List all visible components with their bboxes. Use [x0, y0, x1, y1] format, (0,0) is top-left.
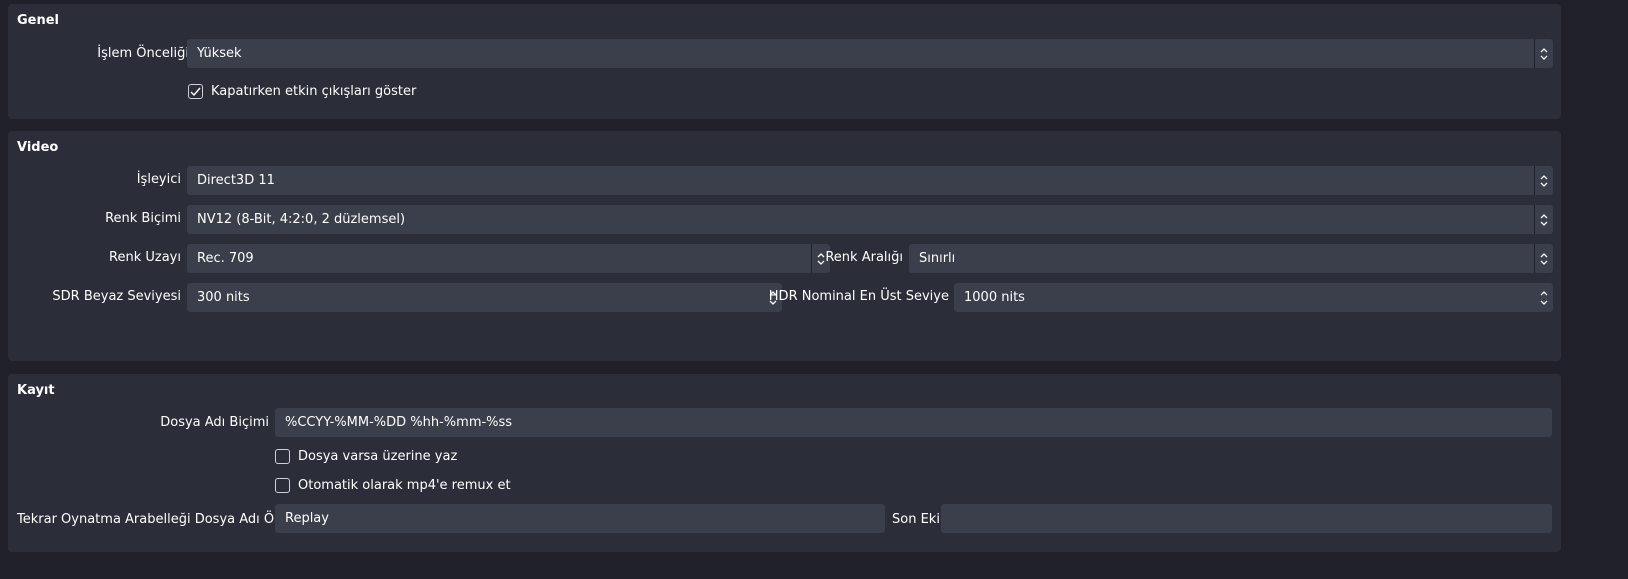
priority-value: Yüksek	[197, 46, 242, 61]
renderer-select[interactable]: Direct3D 11	[187, 166, 1553, 195]
color-space-select[interactable]: Rec. 709	[187, 244, 830, 273]
general-title: Genel	[17, 13, 60, 28]
color-space-label: Renk Uzayı	[109, 250, 181, 265]
updown-chevron-icon	[1534, 166, 1553, 195]
color-format-label: Renk Biçimi	[105, 211, 181, 226]
color-format-select[interactable]: NV12 (8-Bit, 4:2:0, 2 düzlemsel)	[187, 205, 1553, 234]
replay-prefix-value: Replay	[285, 511, 329, 526]
remux-checkbox-row[interactable]: Otomatik olarak mp4'e remux et	[275, 478, 511, 493]
hdr-peak-label: HDR Nominal En Üst Seviye	[768, 289, 949, 304]
updown-chevron-icon	[1534, 205, 1553, 234]
filename-format-value: %CCYY-%MM-%DD %hh-%mm-%ss	[285, 415, 513, 430]
video-group: Video İşleyici Direct3D 11 Renk Biçimi N…	[8, 131, 1561, 361]
color-range-label: Renk Aralığı	[825, 250, 903, 265]
recording-title: Kayıt	[17, 383, 55, 398]
renderer-value: Direct3D 11	[197, 173, 275, 188]
remux-checkbox[interactable]	[275, 478, 290, 493]
priority-label: İşlem Önceliği	[97, 46, 189, 61]
priority-select[interactable]: Yüksek	[187, 39, 1553, 68]
overwrite-checkbox-row[interactable]: Dosya varsa üzerine yaz	[275, 449, 457, 464]
show-active-outputs-checkbox-row[interactable]: Kapatırken etkin çıkışları göster	[188, 84, 416, 99]
show-active-outputs-checkbox[interactable]	[188, 84, 203, 99]
sdr-white-spinbox[interactable]: 300 nits	[187, 283, 782, 312]
general-group: Genel İşlem Önceliği Yüksek Kapatırken e…	[8, 4, 1561, 119]
checkmark-icon	[190, 87, 201, 96]
replay-prefix-label: Tekrar Oynatma Arabelleği Dosya Adı Ön E…	[17, 512, 306, 527]
overwrite-checkbox[interactable]	[275, 449, 290, 464]
show-active-outputs-label: Kapatırken etkin çıkışları göster	[211, 84, 417, 99]
color-format-value: NV12 (8-Bit, 4:2:0, 2 düzlemsel)	[197, 212, 406, 227]
hdr-peak-spinbox[interactable]: 1000 nits	[954, 283, 1553, 312]
renderer-label: İşleyici	[136, 172, 181, 187]
suffix-input[interactable]	[941, 504, 1552, 533]
updown-chevron-icon	[1534, 244, 1553, 273]
remux-label: Otomatik olarak mp4'e remux et	[298, 478, 511, 493]
color-range-select[interactable]: Sınırlı	[909, 244, 1553, 273]
hdr-peak-value: 1000 nits	[964, 290, 1025, 305]
sdr-white-value: 300 nits	[197, 290, 250, 305]
suffix-label: Son Eki	[892, 512, 940, 527]
spin-arrows-icon[interactable]	[1534, 283, 1553, 312]
video-title: Video	[17, 140, 59, 155]
filename-format-label: Dosya Adı Biçimi	[160, 415, 269, 430]
sdr-white-label: SDR Beyaz Seviyesi	[52, 289, 181, 304]
recording-group: Kayıt Dosya Adı Biçimi %CCYY-%MM-%DD %hh…	[8, 374, 1561, 552]
replay-prefix-input[interactable]: Replay	[275, 504, 885, 533]
color-range-value: Sınırlı	[919, 251, 956, 266]
color-space-value: Rec. 709	[197, 251, 254, 266]
overwrite-label: Dosya varsa üzerine yaz	[298, 449, 458, 464]
updown-chevron-icon	[1534, 39, 1553, 68]
filename-format-input[interactable]: %CCYY-%MM-%DD %hh-%mm-%ss	[275, 408, 1552, 437]
